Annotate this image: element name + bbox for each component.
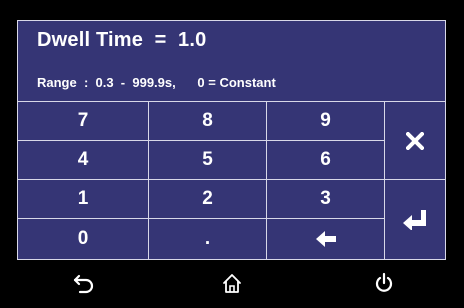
enter-button[interactable]	[385, 180, 445, 259]
key-9[interactable]: 9	[267, 102, 385, 141]
key-5[interactable]: 5	[149, 141, 267, 180]
power-button[interactable]	[364, 270, 404, 300]
home-button[interactable]	[212, 270, 252, 300]
key-1[interactable]: 1	[18, 180, 149, 219]
key-6[interactable]: 6	[267, 141, 385, 180]
close-x-icon	[406, 131, 424, 150]
home-icon	[221, 272, 243, 299]
screen: Dwell Time = 1.0 Range : 0.3 - 999.9s, 0…	[0, 0, 464, 308]
key-2[interactable]: 2	[149, 180, 267, 219]
parameter-title: Dwell Time = 1.0	[37, 29, 207, 51]
navigation-bar	[0, 262, 464, 308]
enter-arrow-icon	[403, 209, 427, 230]
clear-button[interactable]	[385, 102, 445, 180]
left-arrow-icon	[315, 231, 336, 247]
back-button[interactable]	[64, 270, 104, 300]
power-icon	[373, 272, 395, 299]
numeric-keypad: 7 8 9 4 5 6 1 2 3 0 .	[18, 101, 445, 259]
key-4[interactable]: 4	[18, 141, 149, 180]
key-decimal-point[interactable]: .	[149, 219, 267, 259]
key-0[interactable]: 0	[18, 219, 149, 259]
key-8[interactable]: 8	[149, 102, 267, 141]
backspace-button[interactable]	[267, 219, 385, 259]
dwell-time-panel: Dwell Time = 1.0 Range : 0.3 - 999.9s, 0…	[17, 20, 446, 260]
key-7[interactable]: 7	[18, 102, 149, 141]
return-arrow-icon	[73, 272, 95, 299]
range-hint: Range : 0.3 - 999.9s, 0 = Constant	[37, 75, 276, 90]
key-3[interactable]: 3	[267, 180, 385, 219]
